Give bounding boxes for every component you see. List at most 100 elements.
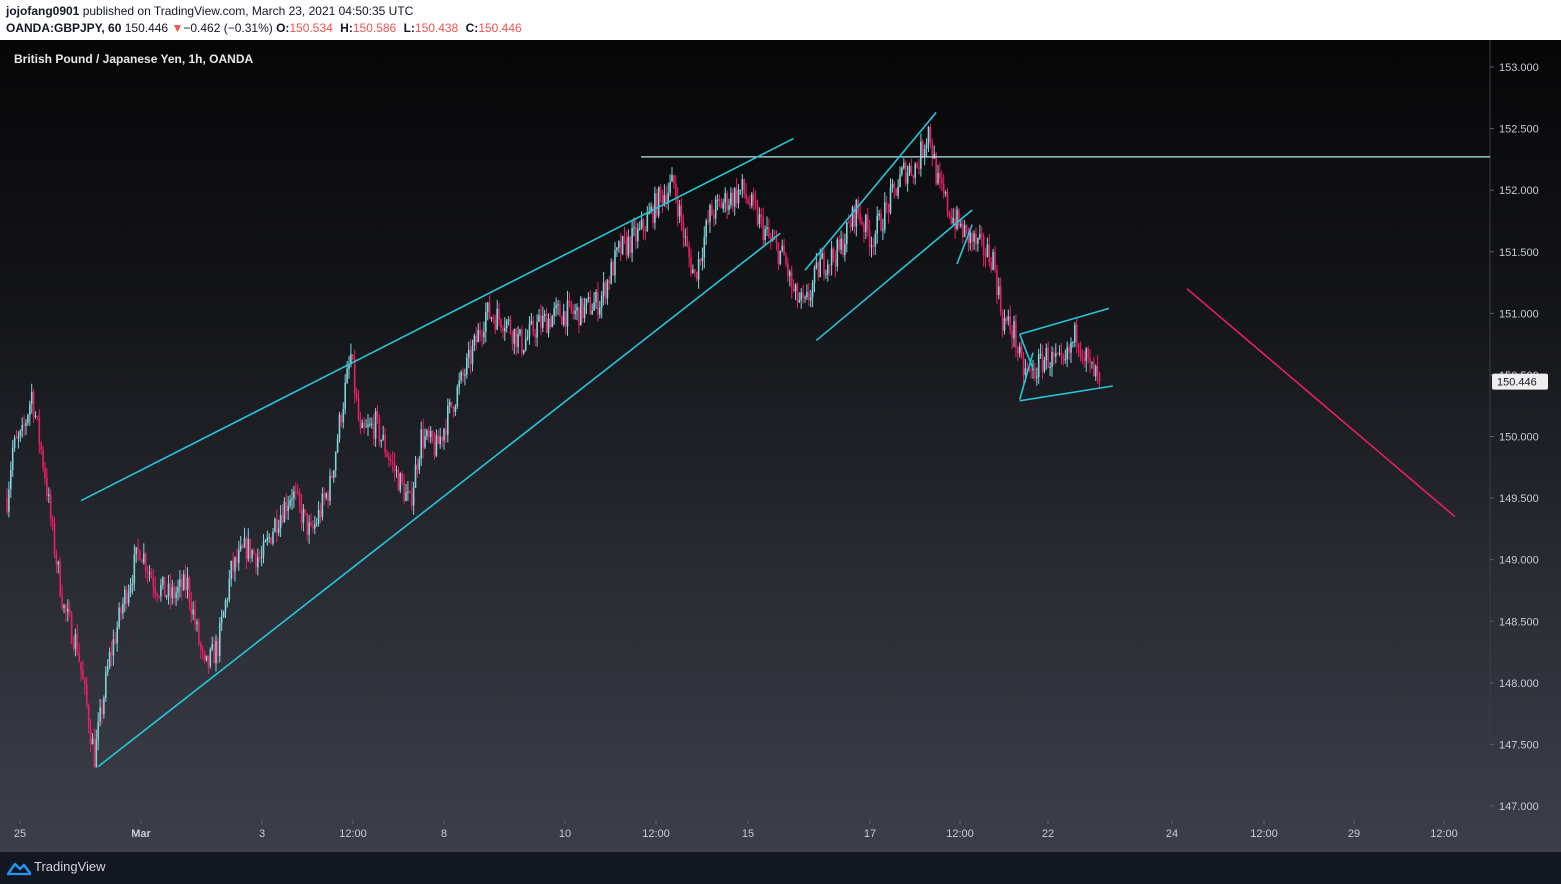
candle-body [768, 227, 770, 237]
candle-body [203, 652, 206, 661]
candle-body [722, 202, 725, 209]
candle-body [524, 339, 527, 350]
candle-body [686, 236, 688, 247]
candle-body [572, 310, 574, 315]
candle-body [952, 217, 954, 224]
candle-body [821, 253, 823, 259]
candle-body [956, 209, 958, 229]
x-tick-label: 24 [1166, 828, 1178, 840]
tradingview-logo-icon[interactable] [7, 860, 31, 876]
x-tick-label: 8 [441, 828, 447, 840]
candle-body [291, 498, 293, 501]
candle-body [418, 458, 421, 470]
candle-body [361, 422, 364, 429]
candle-body [505, 320, 508, 329]
candle-body [758, 214, 761, 225]
price-chart[interactable]: 147.000 147.500 148.000 148.500 149.000 149.5… [0, 40, 1561, 852]
x-tick-label: 15 [742, 828, 754, 840]
candle-body [1093, 361, 1095, 377]
candle-body [813, 267, 816, 284]
candle-body [426, 430, 428, 437]
candle-body [882, 229, 884, 231]
candle-body [321, 493, 324, 518]
candle-body [762, 216, 764, 241]
candle-body [285, 501, 288, 512]
candle-body [146, 571, 149, 573]
brand-name[interactable]: TradingView [34, 859, 106, 874]
trendline [80, 137, 794, 502]
candle-body [169, 583, 172, 599]
candle-body [120, 607, 122, 614]
candle-body [986, 244, 989, 257]
candle-body [507, 319, 510, 321]
candle-body [283, 501, 286, 523]
candle-body [808, 292, 810, 301]
candle-body [933, 153, 935, 159]
candle-body [781, 245, 783, 251]
candle-body [526, 336, 529, 340]
candle-body [990, 262, 992, 270]
candle-body [511, 332, 514, 344]
candle-body [876, 215, 878, 234]
candle-body [13, 437, 16, 448]
candle-body [925, 142, 928, 149]
candle-body [445, 429, 447, 435]
candle-body [513, 328, 516, 344]
candle-body [819, 258, 821, 278]
candle-body [646, 214, 649, 231]
candle-body [838, 239, 840, 250]
candle-body [610, 262, 612, 284]
candle-body [200, 643, 202, 649]
candle-body [975, 233, 977, 244]
candle-body [201, 648, 204, 653]
candle-body [918, 167, 920, 169]
candle-body [317, 509, 320, 524]
candle-body [749, 203, 751, 206]
candle-body [713, 215, 715, 219]
candle-body [181, 579, 183, 591]
candle-body [870, 245, 873, 247]
candle-body [456, 387, 459, 407]
candle-body [707, 220, 709, 223]
candle-body [868, 230, 871, 247]
candle-body [502, 328, 504, 332]
author-name[interactable]: jojofang0901 [6, 4, 79, 18]
candle-body [380, 439, 383, 442]
candle-body [11, 447, 14, 470]
candle-body [885, 202, 888, 205]
candle-body [91, 738, 94, 745]
candle-body [599, 307, 601, 315]
candle-body [1039, 353, 1042, 355]
candle-body [618, 241, 620, 248]
candle-body [941, 178, 943, 184]
candle-body [553, 308, 555, 316]
candle-body [623, 236, 626, 238]
footer-bar: TradingView [0, 852, 1561, 884]
candle-body [268, 537, 270, 539]
symbol-name[interactable]: OANDA:GBPJPY, 60 [6, 21, 121, 35]
candle-body [521, 329, 523, 354]
candle-body [851, 207, 854, 228]
candle-body [6, 498, 8, 512]
high-label: H: [340, 21, 353, 35]
candle-body [534, 333, 536, 338]
candle-body [1060, 353, 1063, 355]
candle-body [880, 213, 882, 231]
candle-body [585, 298, 588, 305]
candle-body [1043, 360, 1046, 372]
candle-body [38, 416, 41, 444]
candle-body [752, 194, 755, 201]
candle-body [998, 286, 1000, 296]
candle-body [488, 302, 491, 319]
y-tick-label: 152.000 [1499, 185, 1539, 197]
candle-body [230, 560, 232, 580]
candle-body [779, 250, 782, 265]
candle-body [232, 560, 234, 572]
candle-body [369, 423, 371, 425]
candle-body [1007, 316, 1010, 321]
candle-body [403, 482, 405, 502]
candle-body [1094, 365, 1097, 377]
candle-body [961, 223, 964, 238]
chart-pane[interactable]: 147.000 147.500 148.000 148.500 149.000 149.5… [0, 40, 1561, 852]
trendline [804, 112, 937, 271]
